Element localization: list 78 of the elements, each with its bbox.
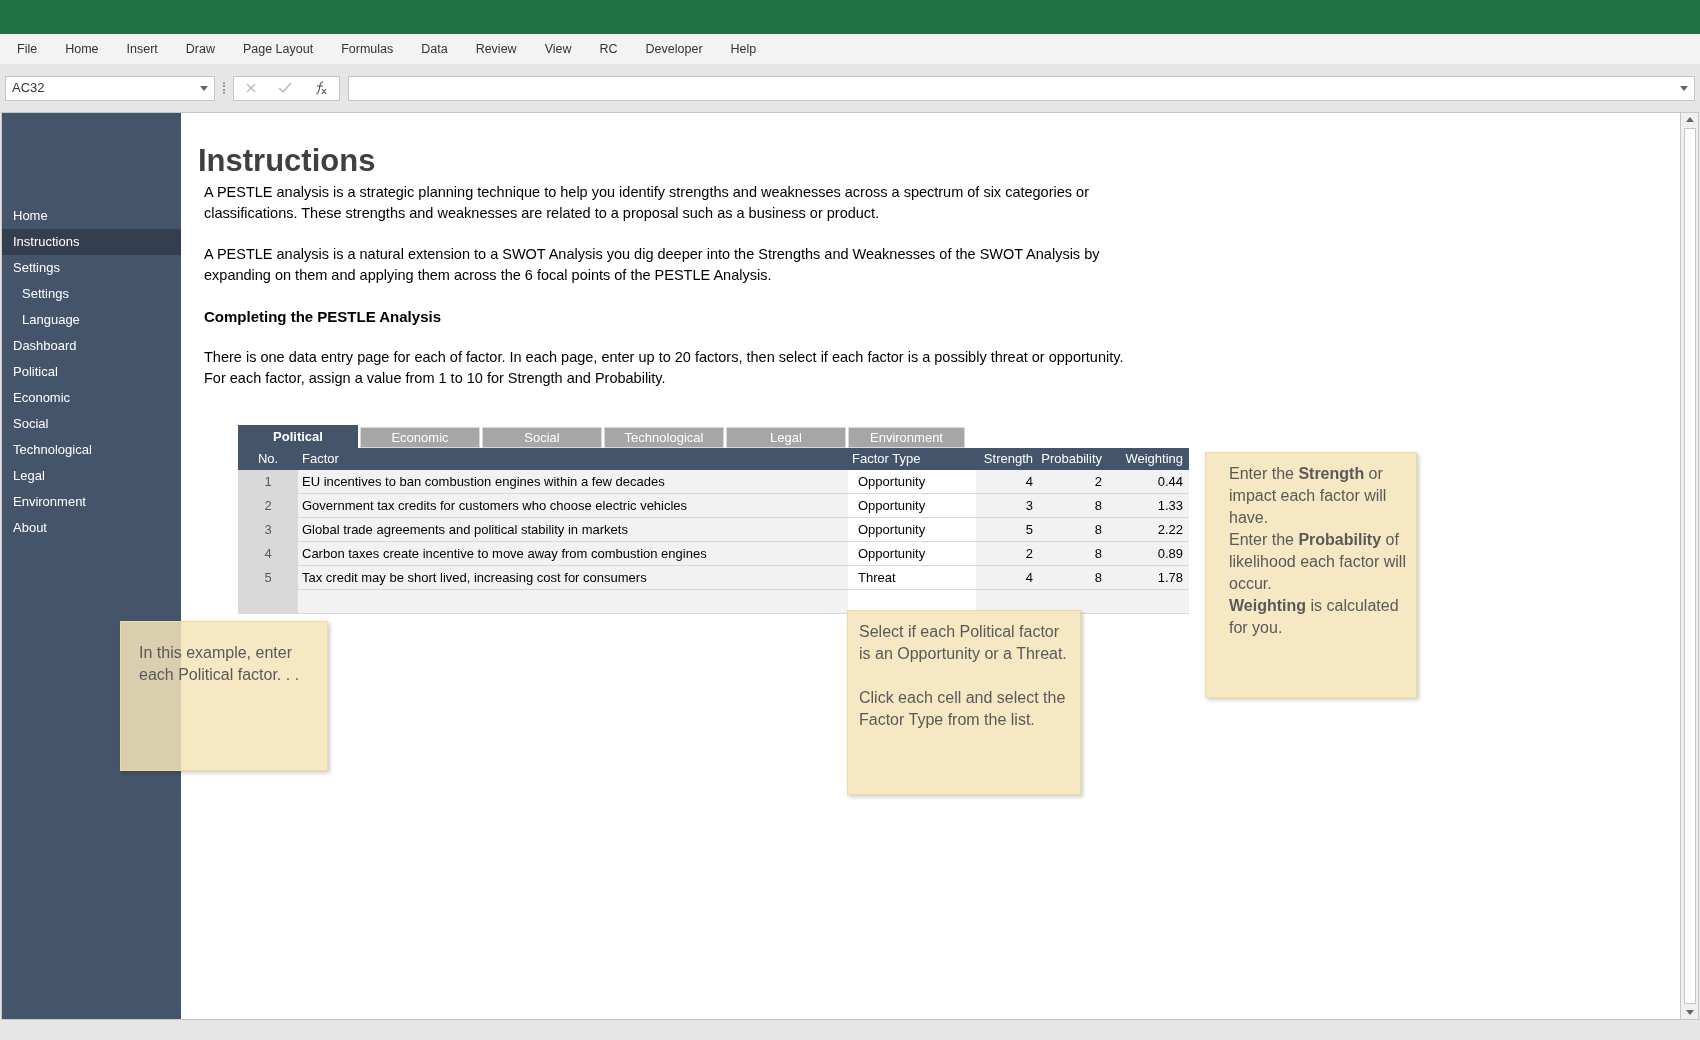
table-cell: Tax credit may be short lived, increasing cost for consumers bbox=[298, 566, 848, 589]
menu-tab[interactable]: View bbox=[544, 39, 572, 59]
callout-text: Enter the Probability of likelihood each factor will occur. bbox=[1229, 530, 1407, 594]
table-cell: 2 bbox=[238, 494, 298, 517]
paragraph: A PESTLE analysis is a strategic planning technique to help you identify strengths and weaknesses across a spectrum of six categories or classifications. These strengths and weaknesses are related to a proposal such as a business or product. bbox=[204, 183, 1090, 223]
table-cell: 4 bbox=[976, 470, 1041, 493]
table-cell: 1.33 bbox=[1114, 494, 1189, 517]
table-cell: 2 bbox=[1041, 470, 1114, 493]
menu-tab[interactable]: Page Layout bbox=[242, 39, 314, 59]
sidebar-item[interactable]: Legal bbox=[2, 463, 181, 489]
sidebar-item[interactable]: Home bbox=[2, 203, 181, 229]
callout-text: Click each cell and select the Factor Type from the list. bbox=[859, 688, 1067, 730]
sidebar-item[interactable]: Political bbox=[2, 359, 181, 385]
table-cell: 3 bbox=[976, 494, 1041, 517]
menu-tab[interactable]: Draw bbox=[185, 39, 215, 59]
table-cell: 0.89 bbox=[1114, 542, 1189, 565]
table-cell: EU incentives to ban combustion engines within a few decades bbox=[298, 470, 848, 493]
scroll-up-icon[interactable] bbox=[1685, 117, 1694, 122]
table-cell: 8 bbox=[1041, 494, 1114, 517]
table-cell: 2.22 bbox=[1114, 518, 1189, 541]
menu-tab[interactable]: Review bbox=[475, 39, 517, 59]
sidebar-item[interactable]: Economic bbox=[2, 385, 181, 411]
cancel-icon[interactable] bbox=[244, 82, 257, 94]
table-cell: 8 bbox=[1041, 518, 1114, 541]
table-cell: Government tax credits for customers who choose electric vehicles bbox=[298, 494, 848, 517]
page-heading: Instructions bbox=[198, 142, 377, 180]
table-cell: 4 bbox=[976, 566, 1041, 589]
dropdown-icon bbox=[1680, 85, 1688, 91]
sidebar-item[interactable]: Social bbox=[2, 411, 181, 437]
table-cell: 1.78 bbox=[1114, 566, 1189, 589]
sheet-tab[interactable]: Political bbox=[238, 425, 358, 448]
menu-tab[interactable]: Developer bbox=[645, 39, 703, 59]
sidebar-item[interactable]: About bbox=[2, 515, 181, 541]
section-heading: Completing the PESTLE Analysis bbox=[204, 307, 442, 327]
menu-tab[interactable]: Home bbox=[65, 39, 99, 59]
callout-text: Weighting is calculated for you. bbox=[1229, 596, 1400, 638]
formula-input[interactable] bbox=[348, 75, 1695, 101]
scrollbar-thumb[interactable] bbox=[1683, 128, 1696, 1004]
menu-tab[interactable]: Help bbox=[730, 39, 757, 59]
sidebar-item[interactable]: Instructions bbox=[2, 229, 181, 255]
table-cell: 8 bbox=[1041, 542, 1114, 565]
menu-tab[interactable]: File bbox=[17, 39, 38, 59]
callout-text: Select if each Political factor is an Opportunity or a Threat. bbox=[859, 622, 1068, 664]
menu-tab[interactable]: Formulas bbox=[341, 39, 394, 59]
table-cell: 5 bbox=[976, 518, 1041, 541]
check-icon[interactable] bbox=[278, 82, 293, 94]
column-header: Weighting bbox=[1124, 450, 1184, 469]
sidebar-item[interactable]: Settings bbox=[2, 255, 181, 281]
table-cell: Global trade agreements and political stability in markets bbox=[298, 518, 848, 541]
scroll-down-icon[interactable] bbox=[1685, 1010, 1694, 1015]
table-cell: 8 bbox=[1041, 566, 1114, 589]
menu-tab[interactable]: Insert bbox=[126, 39, 158, 59]
callout-text: In this example, enter each Political factor. . . bbox=[139, 643, 301, 685]
paragraph: There is one data entry page for each of factor. In each page, enter up to 20 factors, then select if each factor is a possibly threat or opportunity. For each factor, assign a value from 1 to 10 for Strength and Probability. bbox=[204, 348, 1125, 388]
table-cell: 4 bbox=[238, 542, 298, 565]
function-icon[interactable] bbox=[314, 81, 329, 95]
menu-tab[interactable]: Data bbox=[421, 39, 448, 59]
menu-tab[interactable]: RC bbox=[599, 39, 618, 59]
table-cell: 5 bbox=[238, 566, 298, 589]
table-cell: 2 bbox=[976, 542, 1041, 565]
paragraph: A PESTLE analysis is a natural extension to a SWOT Analysis you dig deeper into the Strengths and Weaknesses of the SWOT Analysis by expanding on them and applying them across the 6 focal points of the PESTLE Analysis. bbox=[204, 245, 1101, 285]
table-cell: 3 bbox=[238, 518, 298, 541]
callout-text: Enter the Strength or impact each factor will have. bbox=[1229, 464, 1388, 528]
sidebar-item[interactable]: Dashboard bbox=[2, 333, 181, 359]
table-cell: Carbon taxes create incentive to move away from combustion engines bbox=[298, 542, 848, 565]
name-box[interactable]: AC32 bbox=[5, 75, 215, 101]
sidebar-item[interactable]: Environment bbox=[2, 489, 181, 515]
column-header: Probability bbox=[1041, 450, 1103, 469]
column-header: Factor bbox=[301, 450, 340, 469]
sidebar-item[interactable]: Settings bbox=[2, 281, 181, 307]
column-header: No. bbox=[256, 450, 280, 469]
sidebar-item[interactable]: Technological bbox=[2, 437, 181, 463]
column-header: Strength bbox=[982, 450, 1034, 469]
column-header: Factor Type bbox=[851, 450, 922, 469]
table-cell: 0.44 bbox=[1114, 470, 1189, 493]
table-cell: 1 bbox=[238, 470, 298, 493]
sidebar-item[interactable]: Language bbox=[2, 307, 181, 333]
dropdown-icon bbox=[200, 85, 208, 91]
